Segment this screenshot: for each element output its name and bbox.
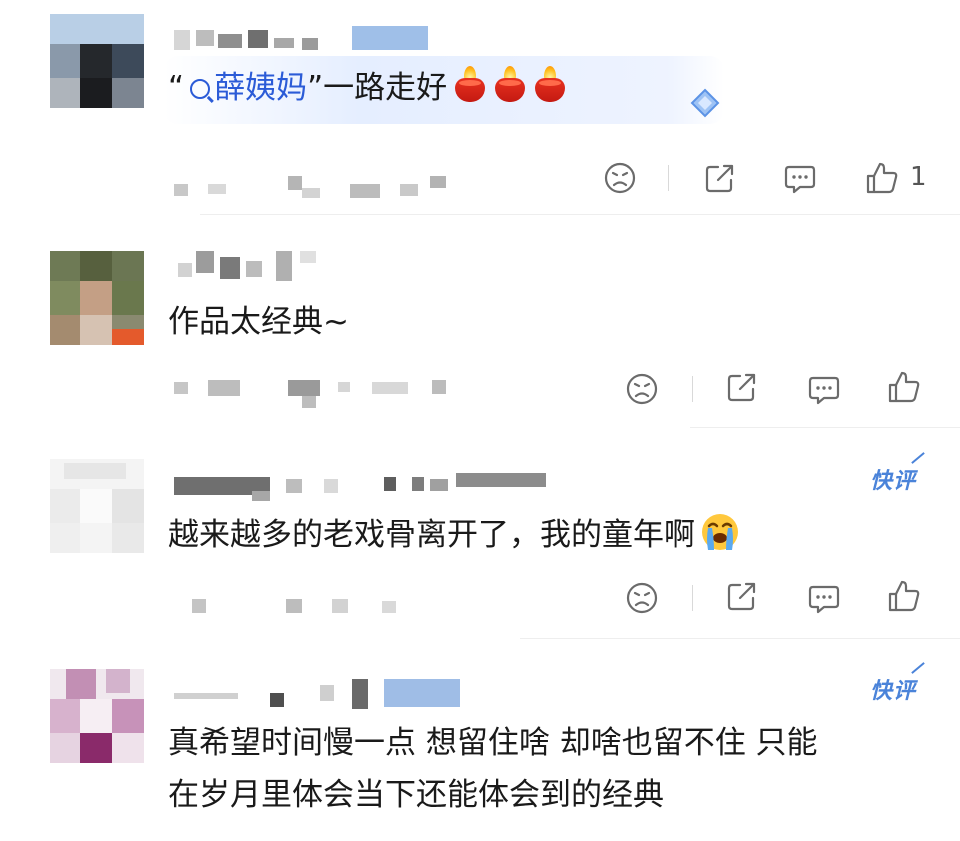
diamond-badge-icon xyxy=(690,88,720,118)
loudly-crying-face-icon xyxy=(702,514,738,550)
comment-text: 越来越多的老戏骨离开了，我的童年啊 xyxy=(168,511,741,559)
share-button[interactable] xyxy=(722,576,762,616)
dislike-button[interactable] xyxy=(622,578,662,618)
reply-button[interactable] xyxy=(780,158,820,198)
topic-link[interactable]: 薛姨妈 xyxy=(184,70,307,106)
avatar[interactable] xyxy=(50,251,144,345)
reply-button[interactable] xyxy=(804,369,844,409)
like-button[interactable] xyxy=(884,576,924,616)
username-redacted[interactable] xyxy=(174,251,354,283)
comment-text-body: 越来越多的老戏骨离开了，我的童年啊 xyxy=(168,517,695,553)
share-button[interactable] xyxy=(722,367,762,407)
comment-item: 快评 越来越多的老戏骨离开了，我的童年啊 xyxy=(0,427,960,639)
comment-text: “ 薛姨妈”一路走好 xyxy=(168,64,567,112)
like-count: 1 xyxy=(910,162,927,192)
dislike-button[interactable] xyxy=(622,369,662,409)
comment-meta-redacted xyxy=(174,376,474,408)
divider xyxy=(692,585,693,611)
quick-comment-badge: 快评 xyxy=(870,673,916,705)
comment-meta-redacted xyxy=(174,176,454,200)
comment-item: 作品太经典~ xyxy=(0,215,960,428)
comment-item: 快评 真希望时间慢一点 想留住啥 却啥也留不住 只能 在岁月里体会当下还能体会到… xyxy=(0,639,960,841)
comment-item: “ 薛姨妈”一路走好 1 xyxy=(0,0,960,215)
divider xyxy=(668,165,669,191)
username-redacted[interactable] xyxy=(174,26,434,58)
candle-emoji xyxy=(533,66,567,102)
like-button[interactable] xyxy=(884,367,924,407)
comment-text: 作品太经典~ xyxy=(168,304,349,340)
share-button[interactable] xyxy=(700,158,740,198)
username-redacted[interactable] xyxy=(174,473,564,505)
reply-button[interactable] xyxy=(804,578,844,618)
topic-label: 薛姨妈 xyxy=(214,70,308,106)
quote-open: “ xyxy=(168,70,185,106)
username-redacted[interactable] xyxy=(174,677,474,709)
quick-comment-badge: 快评 xyxy=(870,463,916,495)
comment-meta-redacted xyxy=(174,597,424,621)
avatar[interactable] xyxy=(50,669,144,763)
candle-emoji xyxy=(493,66,527,102)
dislike-button[interactable] xyxy=(600,158,640,198)
comment-text-line-2: 在岁月里体会当下还能体会到的经典 xyxy=(168,777,664,813)
search-icon xyxy=(190,79,211,99)
comment-text-line-1: 真希望时间慢一点 想留住啥 却啥也留不住 只能 xyxy=(168,725,818,761)
candle-emoji xyxy=(453,66,487,102)
avatar[interactable] xyxy=(50,459,144,553)
avatar[interactable] xyxy=(50,14,144,108)
divider xyxy=(692,376,693,402)
like-button[interactable] xyxy=(862,158,902,198)
comment-text-suffix: ”一路走好 xyxy=(307,70,448,106)
